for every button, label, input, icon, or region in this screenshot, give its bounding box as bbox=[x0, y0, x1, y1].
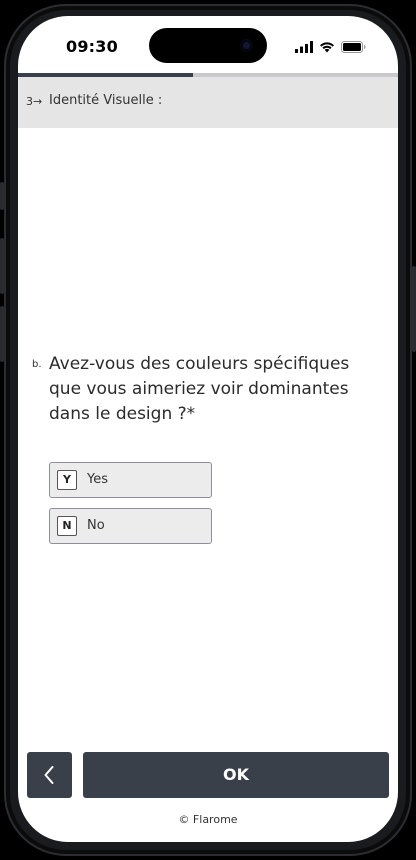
choice-key: N bbox=[57, 516, 77, 536]
volume-up-button bbox=[0, 238, 4, 294]
back-button[interactable] bbox=[27, 752, 72, 798]
power-button bbox=[412, 266, 416, 352]
choice-yes[interactable]: Y Yes bbox=[49, 462, 212, 498]
ok-button[interactable]: OK bbox=[83, 752, 389, 798]
chevron-left-icon bbox=[44, 766, 54, 784]
section-title: Identité Visuelle : bbox=[49, 93, 163, 108]
footer-credit: © Flarome bbox=[178, 813, 238, 826]
app-screen: 09:30 3→ Identité Visuelle: b. Avez-vou… bbox=[18, 16, 398, 842]
status-time: 09:30 bbox=[66, 37, 118, 56]
question-id: b. bbox=[32, 359, 42, 370]
status-bar: 09:30 bbox=[18, 16, 398, 72]
choice-no[interactable]: N No bbox=[49, 508, 212, 544]
choice-label: No bbox=[87, 518, 105, 533]
status-icons bbox=[295, 40, 366, 54]
choice-label: Yes bbox=[87, 472, 108, 487]
signal-icon bbox=[295, 41, 313, 53]
section-number: 3→ bbox=[26, 95, 43, 108]
wifi-icon bbox=[320, 42, 334, 53]
battery-icon bbox=[341, 41, 366, 53]
dynamic-island bbox=[149, 28, 267, 63]
front-camera bbox=[240, 39, 253, 52]
volume-down-button bbox=[0, 306, 4, 362]
section-header: 3→ Identité Visuelle : bbox=[18, 77, 398, 128]
choice-key: Y bbox=[57, 470, 77, 490]
question-text: Avez-vous des couleurs spécifiques que v… bbox=[49, 354, 350, 424]
action-button bbox=[0, 182, 4, 210]
